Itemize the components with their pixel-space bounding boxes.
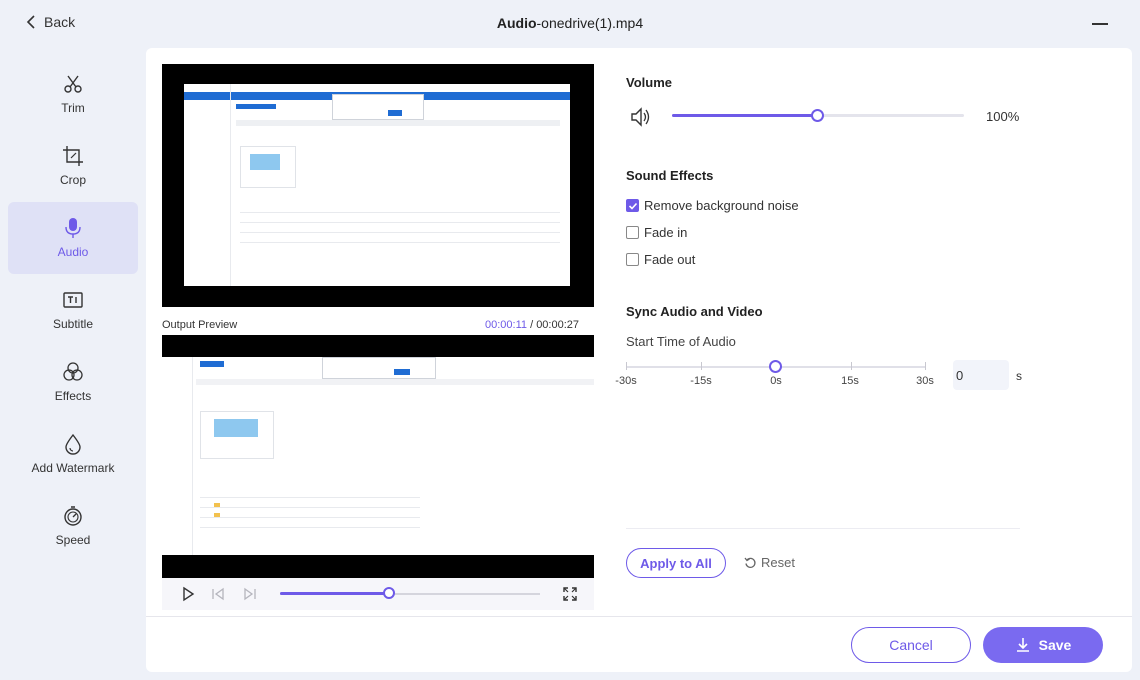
sidebar-item-crop[interactable]: Crop	[8, 130, 138, 202]
source-video-content	[184, 84, 570, 286]
volume-speaker-icon[interactable]	[630, 106, 652, 128]
reset-label: Reset	[761, 555, 795, 570]
time-separator: /	[527, 319, 537, 331]
sync-tick-label: -15s	[690, 375, 712, 387]
save-label: Save	[1038, 637, 1072, 653]
volume-slider-handle[interactable]	[811, 109, 824, 122]
reset-icon	[744, 557, 756, 568]
sync-tick	[851, 362, 852, 370]
source-video-frame	[162, 64, 594, 307]
output-preview-video	[162, 335, 594, 578]
output-preview-label: Output Preview	[162, 319, 238, 331]
sync-tick-label: -30s	[615, 375, 637, 387]
crop-icon	[63, 146, 83, 166]
checkbox-label: Fade in	[644, 225, 688, 240]
sidebar-item-label: Trim	[61, 101, 85, 115]
footer-divider	[146, 616, 1132, 617]
sidebar-item-label: Effects	[54, 389, 92, 403]
sidebar-item-audio[interactable]: Audio	[8, 202, 138, 274]
editor-panel: Output Preview 00:00:11 / 00:00:27 Volum…	[146, 48, 1132, 672]
sidebar-item-label: Audio	[57, 245, 89, 259]
playback-time: 00:00:11 / 00:00:27	[485, 319, 579, 331]
checkbox-label: Remove background noise	[644, 198, 799, 213]
sidebar-item-effects[interactable]: Effects	[8, 346, 138, 418]
sync-slider-handle[interactable]	[769, 360, 782, 373]
checkbox-checked-icon[interactable]	[626, 199, 639, 212]
minimize-icon[interactable]	[1092, 23, 1108, 25]
volume-value: 100%	[986, 109, 1020, 124]
remove-noise-checkbox[interactable]: Remove background noise	[626, 198, 799, 213]
sidebar: Trim Crop Audio Subtitle Effects Add Wat…	[8, 58, 138, 562]
sync-offset-input[interactable]	[953, 360, 1009, 390]
sound-effects-title: Sound Effects	[626, 168, 714, 183]
start-time-label: Start Time of Audio	[626, 334, 736, 349]
player-controls	[162, 578, 594, 610]
effects-icon	[63, 362, 83, 381]
cancel-button[interactable]: Cancel	[851, 627, 971, 663]
sidebar-item-label: Speed	[55, 533, 91, 547]
playback-progress-fill	[280, 592, 388, 595]
checkbox-icon[interactable]	[626, 253, 639, 266]
fullscreen-icon[interactable]	[562, 586, 578, 602]
sidebar-item-speed[interactable]: Speed	[8, 490, 138, 562]
sync-tick	[626, 362, 627, 370]
play-icon[interactable]	[180, 586, 196, 602]
apply-to-all-button[interactable]: Apply to All	[626, 548, 726, 578]
fade-out-checkbox[interactable]: Fade out	[626, 252, 695, 267]
title-filename: -onedrive(1).mp4	[536, 15, 644, 31]
speed-icon	[64, 506, 82, 526]
fade-in-checkbox[interactable]: Fade in	[626, 225, 687, 240]
sync-title: Sync Audio and Video	[626, 304, 763, 319]
output-video-content	[162, 357, 594, 555]
reset-button[interactable]: Reset	[744, 555, 795, 570]
next-frame-icon[interactable]	[242, 586, 258, 602]
sync-unit-label: s	[1016, 369, 1022, 383]
current-time: 00:00:11	[485, 319, 528, 331]
watermark-icon	[65, 433, 81, 455]
sync-tick	[925, 362, 926, 370]
sync-tick	[701, 362, 702, 370]
sync-tick-label: 30s	[916, 375, 934, 387]
checkbox-icon[interactable]	[626, 226, 639, 239]
total-time: 00:00:27	[536, 319, 580, 331]
subtitle-icon	[63, 292, 83, 308]
sync-tick-label: 15s	[841, 375, 859, 387]
sidebar-item-subtitle[interactable]: Subtitle	[8, 274, 138, 346]
top-bar: Back Audio-onedrive(1).mp4	[0, 0, 1140, 48]
scissors-icon	[64, 75, 82, 93]
save-button[interactable]: Save	[983, 627, 1103, 663]
sync-tick-label: 0s	[770, 375, 782, 387]
checkbox-label: Fade out	[644, 252, 696, 267]
window-title: Audio-onedrive(1).mp4	[0, 15, 1140, 31]
sidebar-item-label: Crop	[59, 173, 86, 187]
divider	[626, 528, 1020, 529]
previous-frame-icon[interactable]	[210, 586, 226, 602]
sidebar-item-trim[interactable]: Trim	[8, 58, 138, 130]
volume-title: Volume	[626, 75, 672, 90]
microphone-icon	[65, 218, 81, 238]
sidebar-item-label: Add Watermark	[31, 461, 115, 475]
download-icon	[1016, 638, 1029, 652]
sidebar-item-label: Subtitle	[52, 317, 94, 331]
volume-slider-fill	[672, 114, 818, 117]
playback-progress-handle[interactable]	[383, 587, 395, 599]
sidebar-item-add-watermark[interactable]: Add Watermark	[8, 418, 138, 490]
title-mode: Audio	[496, 15, 537, 31]
